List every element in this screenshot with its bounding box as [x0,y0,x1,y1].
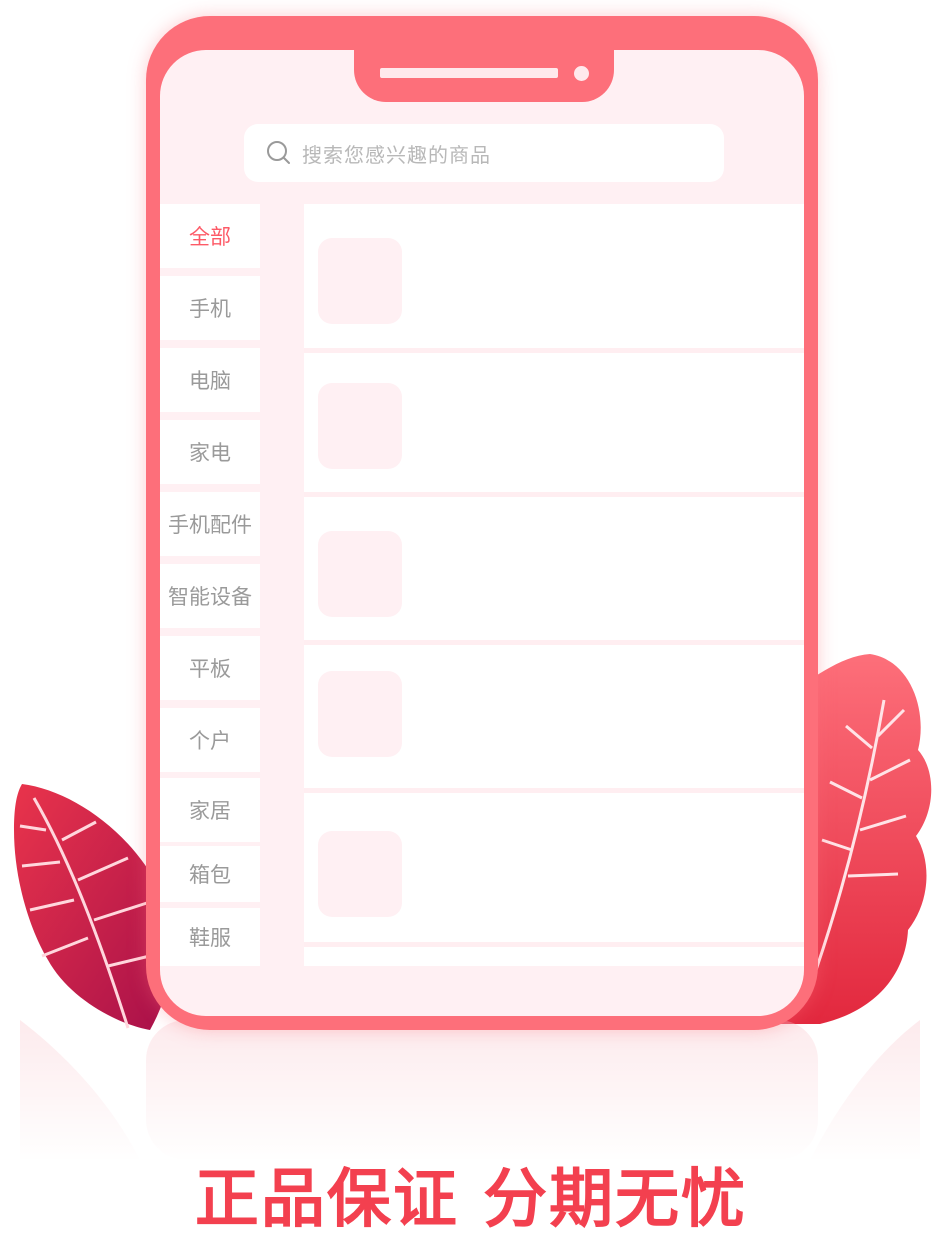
product-card[interactable] [304,353,804,493]
product-card[interactable] [304,793,804,943]
sidebar-item-label: 平板 [189,657,231,681]
sidebar-item-phone-accessories[interactable]: 手机配件 [160,492,260,556]
phone-notch [354,16,614,102]
sidebar-item-label: 个户 [189,729,231,753]
sidebar-item-label: 箱包 [189,863,231,887]
sidebar-item-label: 智能设备 [168,585,252,609]
sidebar-item-bags[interactable]: 箱包 [160,846,260,902]
sidebar-item-personal[interactable]: 个户 [160,708,260,772]
promo-stage: 搜索您感兴趣的商品 全部 手机 电脑 家电 手机配件 智能设备 平板 个户 家居… [0,0,942,1240]
product-card[interactable] [304,204,804,352]
product-list [304,204,804,966]
sidebar-item-shoes-clothing[interactable]: 鞋服 [160,908,260,966]
product-thumbnail [318,238,402,324]
sidebar-item-label: 家居 [189,799,231,823]
slogan-text: 正品保证 分期无忧 [194,1163,748,1237]
phone-screen: 搜索您感兴趣的商品 全部 手机 电脑 家电 手机配件 智能设备 平板 个户 家居… [160,50,804,1016]
sidebar-item-label: 电脑 [189,369,231,393]
sidebar-item-all[interactable]: 全部 [160,204,260,268]
sidebar-item-computers[interactable]: 电脑 [160,348,260,412]
product-thumbnail [318,831,402,917]
product-thumbnail [318,531,402,617]
product-card[interactable] [304,497,804,641]
sidebar-item-label: 鞋服 [189,926,231,950]
search-icon [266,140,292,166]
search-bar[interactable]: 搜索您感兴趣的商品 [244,124,724,182]
floor-reflection [20,1020,920,1160]
sidebar-item-phones[interactable]: 手机 [160,276,260,340]
list-divider [304,942,804,947]
sidebar-item-label: 家电 [189,441,231,465]
phone-frame: 搜索您感兴趣的商品 全部 手机 电脑 家电 手机配件 智能设备 平板 个户 家居… [146,16,818,1030]
sidebar-item-label: 全部 [189,225,231,249]
phone-camera [574,66,589,81]
sidebar-item-smart-devices[interactable]: 智能设备 [160,564,260,628]
product-card[interactable] [304,645,804,789]
sidebar-item-label: 手机 [189,297,231,321]
search-placeholder: 搜索您感兴趣的商品 [302,142,491,167]
sidebar-item-label: 手机配件 [168,513,252,537]
sidebar-item-tablets[interactable]: 平板 [160,636,260,700]
sidebar-item-appliances[interactable]: 家电 [160,420,260,484]
sidebar-item-home[interactable]: 家居 [160,778,260,842]
product-thumbnail [318,671,402,757]
phone-speaker [380,68,558,78]
product-thumbnail [318,383,402,469]
